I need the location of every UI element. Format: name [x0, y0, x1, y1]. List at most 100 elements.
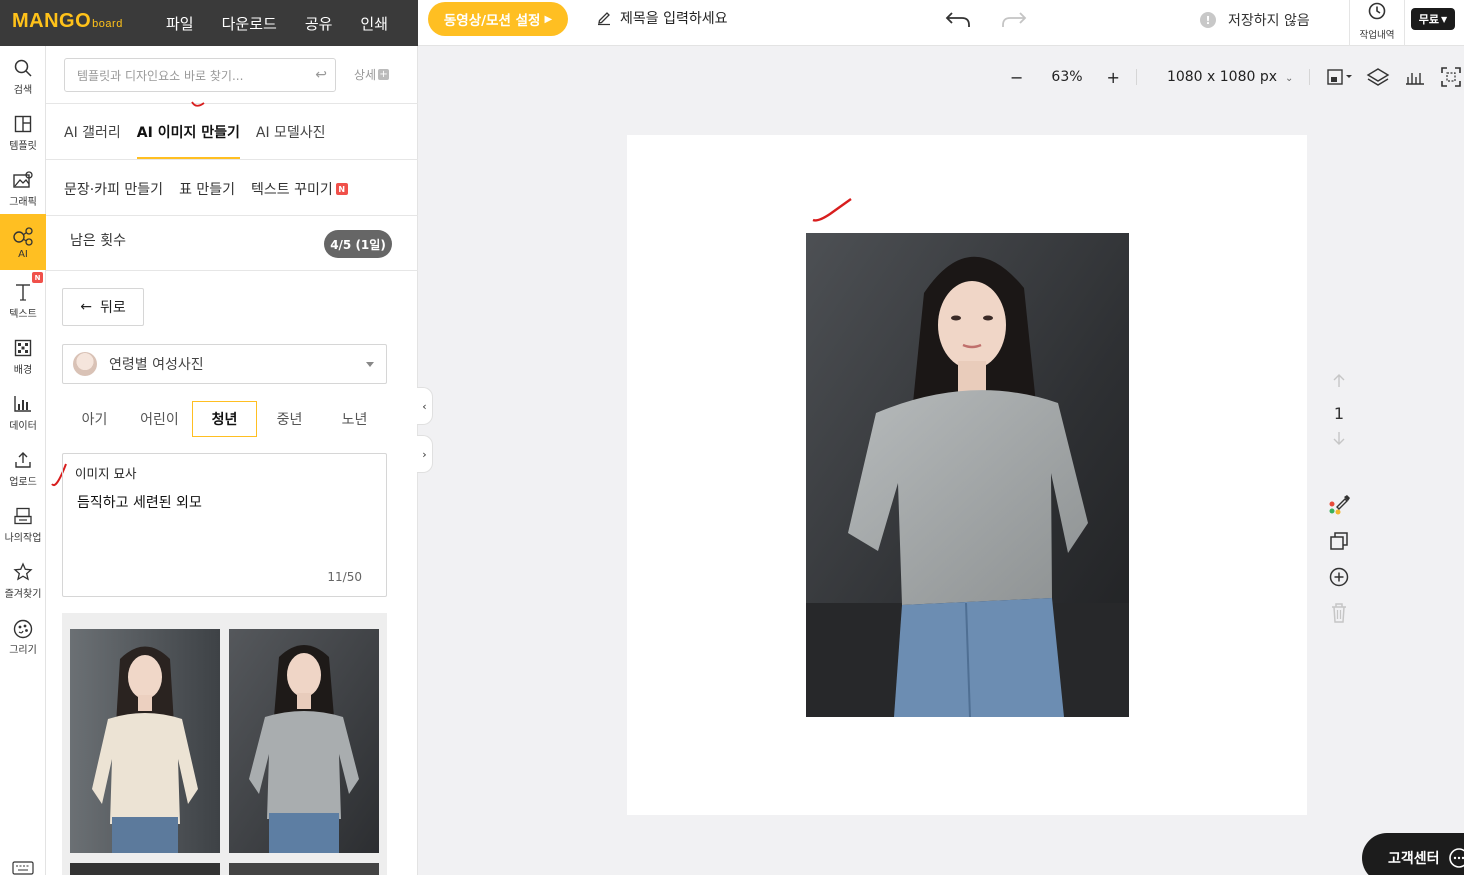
rail-item-graphic[interactable]: 그래픽 — [0, 158, 46, 214]
description-value: 듬직하고 세련된 외모 — [77, 495, 202, 511]
search-placeholder: 템플릿과 디자인요소 바로 찾기... — [77, 68, 244, 83]
motion-settings-button[interactable]: 동영상/모션 설정 ▶ — [428, 2, 568, 36]
left-rail: 검색 템플릿 그래픽 AI N 텍스트 배경 데이터 업로드 나의작업 즐겨찾기… — [0, 46, 46, 875]
subtab-table-maker[interactable]: 표 만들기 — [179, 179, 235, 199]
age-option-child[interactable]: 어린이 — [127, 401, 192, 437]
rail-label: 텍스트 — [9, 309, 37, 320]
duplicate-icon[interactable] — [1326, 529, 1352, 553]
chevron-left-icon: ‹ — [422, 399, 427, 413]
generated-image-1[interactable] — [70, 629, 220, 853]
rail-item-background[interactable]: 배경 — [0, 326, 46, 382]
ruler-icon[interactable] — [1404, 67, 1426, 87]
tab-ai-image-create[interactable]: AI 이미지 만들기 — [136, 104, 240, 160]
history-button[interactable]: 작업내역 — [1349, 0, 1405, 46]
rail-item-ai[interactable]: AI — [0, 214, 46, 270]
age-option-senior[interactable]: 노년 — [322, 401, 387, 437]
detail-button[interactable]: 상세 + — [354, 66, 390, 83]
rail-item-my-work[interactable]: 나의작업 — [0, 494, 46, 550]
remaining-count-label: 남은 횟수 — [70, 233, 126, 249]
background-icon — [14, 339, 32, 357]
menu-file[interactable]: 파일 — [166, 13, 194, 34]
top-bar: MANGOboard 파일 다운로드 공유 인쇄 동영상/모션 설정 ▶ 제목을 … — [0, 0, 1464, 46]
plan-dropdown[interactable]: 무료 ▼ — [1411, 8, 1455, 30]
save-status: ! 저장하지 않음 — [1200, 10, 1310, 30]
layers-icon[interactable] — [1366, 67, 1390, 87]
keyboard-icon[interactable] — [12, 861, 34, 875]
subtab-copy-writer[interactable]: 문장·카피 만들기 — [64, 179, 163, 199]
page-side-tools: 1 — [1326, 372, 1352, 629]
rail-label: 나의작업 — [4, 533, 42, 544]
logo-text: MANGO — [12, 10, 92, 32]
tab-ai-gallery[interactable]: AI 갤러리 — [64, 104, 121, 160]
star-icon — [13, 562, 33, 581]
logo[interactable]: MANGOboard — [12, 10, 123, 33]
annotation-mark — [191, 101, 205, 107]
clock-icon — [1368, 2, 1386, 20]
my-work-icon — [14, 507, 32, 525]
text-icon — [16, 284, 30, 301]
generated-image-4[interactable] — [229, 863, 379, 875]
rail-label: 데이터 — [9, 421, 37, 432]
menu-download[interactable]: 다운로드 — [222, 13, 277, 34]
ai-icon — [13, 227, 33, 246]
rail-item-text[interactable]: N 텍스트 — [0, 270, 46, 326]
generated-photo-element[interactable] — [806, 233, 1129, 717]
logo-and-menu-block: MANGOboard 파일 다운로드 공유 인쇄 — [0, 0, 418, 46]
caret-down-icon — [366, 362, 374, 367]
arrow-up-icon[interactable] — [1326, 372, 1352, 390]
rail-item-upload[interactable]: 업로드 — [0, 438, 46, 494]
tab-ai-model-photo[interactable]: AI 모델사진 — [256, 104, 326, 160]
trash-icon[interactable] — [1326, 601, 1352, 625]
rail-label: 검색 — [13, 85, 33, 96]
fit-screen-icon[interactable] — [1440, 66, 1462, 88]
menu-share[interactable]: 공유 — [305, 13, 333, 34]
category-select[interactable]: 연령별 여성사진 — [62, 344, 387, 384]
zoom-level[interactable]: 63% — [1051, 69, 1082, 85]
generated-image-3[interactable] — [70, 863, 220, 875]
generated-image-2[interactable] — [229, 629, 379, 853]
divider — [1309, 69, 1311, 85]
rail-item-template[interactable]: 템플릿 — [0, 102, 46, 158]
color-picker-icon[interactable] — [1326, 491, 1352, 517]
back-button[interactable]: ← 뒤로 — [62, 288, 144, 326]
remaining-count-badge: 4/5 (1일) — [324, 230, 392, 258]
page-view-icon[interactable] — [1326, 68, 1354, 86]
rail-label: AI — [18, 249, 28, 260]
data-icon — [14, 396, 31, 412]
rail-item-search[interactable]: 검색 — [0, 46, 46, 102]
zoom-out-button[interactable]: − — [1010, 68, 1023, 87]
arrow-down-icon[interactable] — [1326, 429, 1352, 447]
rail-label: 배경 — [13, 365, 33, 376]
search-input[interactable]: 템플릿과 디자인요소 바로 찾기... ↩ — [64, 58, 336, 92]
undo-icon[interactable] — [944, 9, 972, 31]
rail-item-favorites[interactable]: 즐겨찾기 — [0, 550, 46, 606]
arrow-left-icon: ← — [80, 299, 92, 315]
rail-item-draw[interactable]: 그리기 — [0, 606, 46, 662]
play-triangle-icon: ▶ — [544, 13, 553, 25]
warning-icon: ! — [1200, 12, 1216, 28]
age-option-baby[interactable]: 아기 — [62, 401, 127, 437]
canvas-size-select[interactable]: 1080 x 1080 px ⌄ — [1167, 69, 1293, 85]
age-option-middle-age[interactable]: 중년 — [257, 401, 322, 437]
new-badge: N — [335, 183, 348, 195]
rail-item-data[interactable]: 데이터 — [0, 382, 46, 438]
zoom-in-button[interactable]: + — [1107, 68, 1120, 87]
page-number: 1 — [1333, 404, 1345, 423]
description-char-count: 11/50 — [327, 570, 362, 584]
customer-center-button[interactable]: 고객센터 — [1362, 833, 1464, 875]
enter-icon: ↩ — [315, 67, 327, 83]
upload-icon — [15, 452, 31, 468]
panel-collapse-button[interactable]: ‹ — [417, 387, 433, 425]
add-page-icon[interactable] — [1326, 565, 1352, 589]
menu-print[interactable]: 인쇄 — [360, 13, 388, 34]
subtab-text-decoration[interactable]: 텍스트 꾸미기 N — [251, 179, 348, 199]
new-badge: N — [32, 272, 43, 283]
title-input[interactable]: 제목을 입력하세요 — [596, 8, 728, 28]
title-placeholder: 제목을 입력하세요 — [620, 11, 728, 27]
plus-icon: + — [378, 69, 390, 80]
divider — [46, 270, 418, 271]
age-option-young-adult[interactable]: 청년 — [192, 401, 257, 437]
image-description-field[interactable]: 이미지 묘사 듬직하고 세련된 외모 11/50 — [62, 453, 387, 597]
redo-icon[interactable] — [1000, 9, 1028, 31]
panel-expand-button[interactable]: › — [417, 435, 433, 473]
